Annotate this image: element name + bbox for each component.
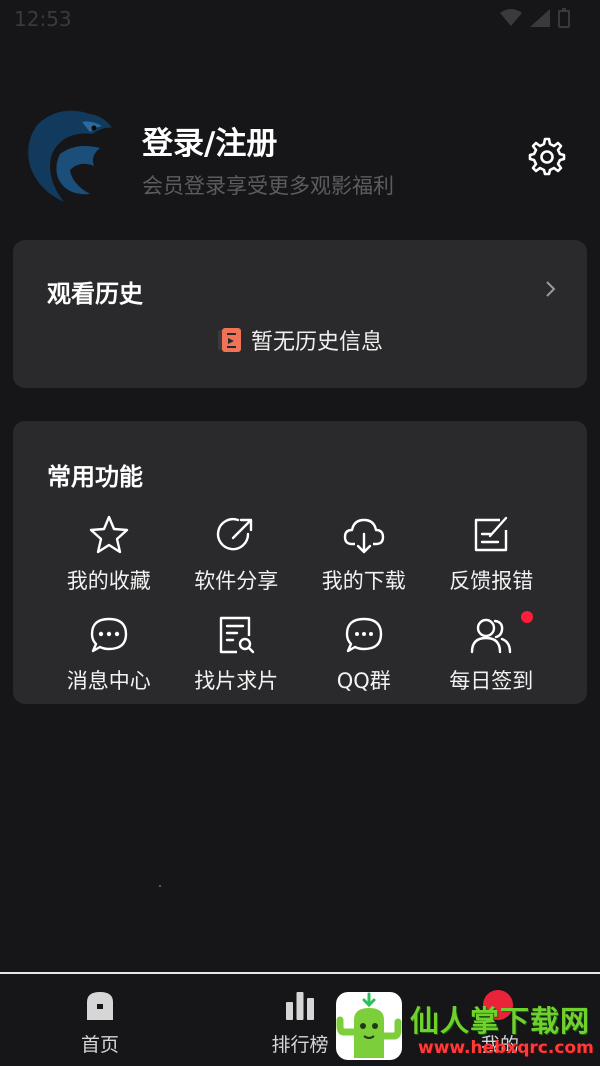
status-time: 12:53 [14, 7, 72, 31]
profile-header[interactable]: 登录/注册 会员登录享受更多观影福利 [0, 100, 600, 210]
common-functions-title: 常用功能 [47, 463, 143, 491]
empty-history-icon [217, 328, 241, 352]
users-icon [471, 618, 512, 654]
share-app-label: 软件分享 [194, 569, 279, 593]
gear-icon [528, 137, 566, 176]
star-icon [89, 515, 128, 554]
downloads-button[interactable]: 我的下载 [300, 513, 428, 599]
share-icon [217, 517, 253, 551]
tab-home[interactable]: 首页 [45, 988, 155, 1057]
favorites-label: 我的收藏 [66, 569, 151, 593]
message-center-button[interactable]: 消息中心 [45, 613, 173, 699]
feedback-label: 反馈报错 [449, 569, 534, 593]
request-movie-label: 找片求片 [194, 669, 279, 693]
bar-chart-icon [286, 992, 314, 1020]
watch-history-card[interactable]: 观看历史 暂无历史信息 [13, 240, 587, 388]
downloads-label: 我的下载 [321, 569, 406, 593]
battery-icon [558, 8, 570, 28]
settings-button[interactable] [526, 136, 568, 178]
login-subtitle: 会员登录享受更多观影福利 [142, 174, 394, 198]
watermark-title: 仙人掌下载网 [410, 1004, 591, 1038]
cactus-logo-icon [336, 992, 402, 1060]
chevron-right-icon[interactable] [543, 280, 557, 298]
status-bar: 12:53 [0, 0, 600, 40]
history-empty-state: 暂无历史信息 [13, 324, 587, 356]
daily-checkin-label: 每日签到 [449, 669, 534, 693]
cloud-download-icon [343, 518, 384, 554]
home-icon [87, 992, 113, 1020]
signal-icon [530, 9, 550, 27]
chat-group-icon [345, 617, 382, 653]
wifi-icon [500, 9, 522, 26]
eagle-logo-icon [28, 110, 113, 202]
message-center-label: 消息中心 [66, 669, 151, 693]
message-icon [90, 617, 127, 653]
status-icons [500, 8, 570, 28]
functions-grid: 我的收藏 软件分享 我的下载 反馈报错 消息中心 找片求片 QQ群 每日签到 [45, 513, 555, 699]
feedback-button[interactable]: 反馈报错 [428, 513, 556, 599]
watch-history-title: 观看历史 [47, 280, 143, 308]
request-movie-button[interactable]: 找片求片 [173, 613, 301, 699]
favorites-button[interactable]: 我的收藏 [45, 513, 173, 599]
divider-dot [159, 885, 161, 887]
tab-ranking-label: 排行榜 [271, 1034, 329, 1056]
watermark: 仙人掌下载网 www.hebxqrc.com [336, 990, 600, 1066]
login-register-link[interactable]: 登录/注册 [142, 118, 277, 163]
tab-home-label: 首页 [80, 1034, 119, 1056]
feedback-icon [475, 516, 508, 552]
history-empty-text: 暂无历史信息 [250, 330, 383, 355]
qq-group-button[interactable]: QQ群 [300, 613, 428, 699]
common-functions-card: 常用功能 我的收藏 软件分享 我的下载 反馈报错 消息中心 找片求片 QQ群 每… [13, 421, 587, 704]
avatar[interactable] [20, 104, 116, 208]
watermark-url: www.hebxqrc.com [418, 1038, 594, 1058]
checkin-badge-dot [521, 611, 533, 623]
daily-checkin-button[interactable]: 每日签到 [428, 611, 556, 699]
share-app-button[interactable]: 软件分享 [173, 513, 301, 599]
search-document-icon [220, 616, 255, 654]
qq-group-label: QQ群 [336, 669, 391, 693]
